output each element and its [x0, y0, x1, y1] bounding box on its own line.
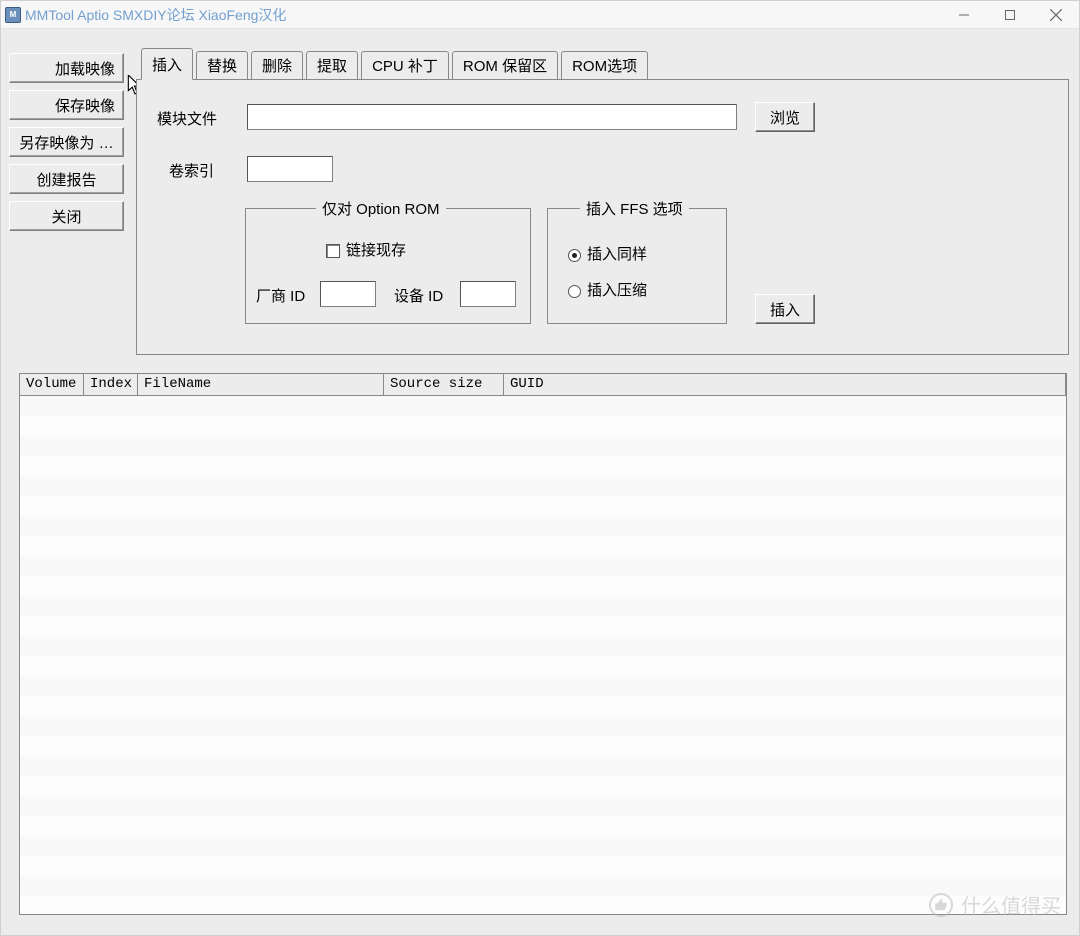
tab-insert[interactable]: 插入 [141, 48, 193, 80]
ffs-legend: 插入 FFS 选项 [580, 198, 689, 219]
window-title: MMTool Aptio SMXDIY论坛 XiaoFeng汉化 [25, 5, 286, 25]
title-bar: M MMTool Aptio SMXDIY论坛 XiaoFeng汉化 [1, 1, 1079, 29]
col-source-size[interactable]: Source size [384, 374, 504, 395]
app-window: M MMTool Aptio SMXDIY论坛 XiaoFeng汉化 加载映像 … [0, 0, 1080, 936]
list-header: Volume Index FileName Source size GUID [19, 373, 1067, 395]
device-id-label: 设备 ID [394, 285, 443, 306]
col-volume[interactable]: Volume [20, 374, 84, 395]
checkbox-icon [326, 244, 340, 258]
option-rom-group: 仅对 Option ROM 链接现存 厂商 ID 设备 ID [245, 208, 531, 324]
vendor-id-label: 厂商 ID [256, 285, 305, 306]
tab-rom-options[interactable]: ROM选项 [561, 51, 648, 79]
create-report-button[interactable]: 创建报告 [9, 164, 124, 194]
load-image-button[interactable]: 加载映像 [9, 53, 124, 83]
option-rom-legend: 仅对 Option ROM [316, 198, 446, 219]
radio-insert-compressed[interactable]: 插入压缩 [568, 279, 647, 300]
list-body[interactable] [19, 395, 1067, 915]
save-image-as-button[interactable]: 另存映像为 … [9, 127, 124, 157]
watermark-text: 什么值得买 [961, 890, 1061, 919]
minimize-button[interactable] [941, 1, 987, 29]
tab-area: 插入 替换 删除 提取 CPU 补丁 ROM 保留区 ROM选项 模块文件 浏览… [136, 43, 1069, 355]
tab-cpu-patch[interactable]: CPU 补丁 [361, 51, 449, 79]
col-guid[interactable]: GUID [504, 374, 1066, 395]
tab-delete[interactable]: 删除 [251, 51, 303, 79]
save-image-button[interactable]: 保存映像 [9, 90, 124, 120]
device-id-input[interactable] [460, 281, 516, 307]
tab-rom-reserve[interactable]: ROM 保留区 [452, 51, 558, 79]
module-file-label: 模块文件 [157, 108, 217, 129]
watermark: 什么值得买 [929, 890, 1061, 919]
tab-row: 插入 替换 删除 提取 CPU 补丁 ROM 保留区 ROM选项 [136, 43, 1069, 79]
thumb-icon [929, 893, 953, 917]
app-icon: M [5, 7, 21, 23]
radio-icon [568, 285, 581, 298]
insert-button[interactable]: 插入 [755, 294, 815, 324]
radio-icon [568, 249, 581, 262]
close-button[interactable]: 关闭 [9, 201, 124, 231]
vol-index-label: 卷索引 [169, 160, 214, 181]
col-filename[interactable]: FileName [138, 374, 384, 395]
sidebar: 加载映像 保存映像 另存映像为 … 创建报告 关闭 [9, 53, 124, 238]
close-window-button[interactable] [1033, 1, 1079, 29]
vendor-id-input[interactable] [320, 281, 376, 307]
ffs-group: 插入 FFS 选项 插入同样 插入压缩 [547, 208, 727, 324]
browse-button[interactable]: 浏览 [755, 102, 815, 132]
vol-index-input[interactable] [247, 156, 333, 182]
maximize-button[interactable] [987, 1, 1033, 29]
module-file-input[interactable] [247, 104, 737, 130]
col-index[interactable]: Index [84, 374, 138, 395]
tab-replace[interactable]: 替换 [196, 51, 248, 79]
radio-insert-same[interactable]: 插入同样 [568, 243, 647, 264]
tab-content: 模块文件 浏览 卷索引 仅对 Option ROM 链接现存 厂商 ID 设备 … [136, 79, 1069, 355]
tab-extract[interactable]: 提取 [306, 51, 358, 79]
link-existing-option[interactable]: 链接现存 [326, 239, 406, 260]
